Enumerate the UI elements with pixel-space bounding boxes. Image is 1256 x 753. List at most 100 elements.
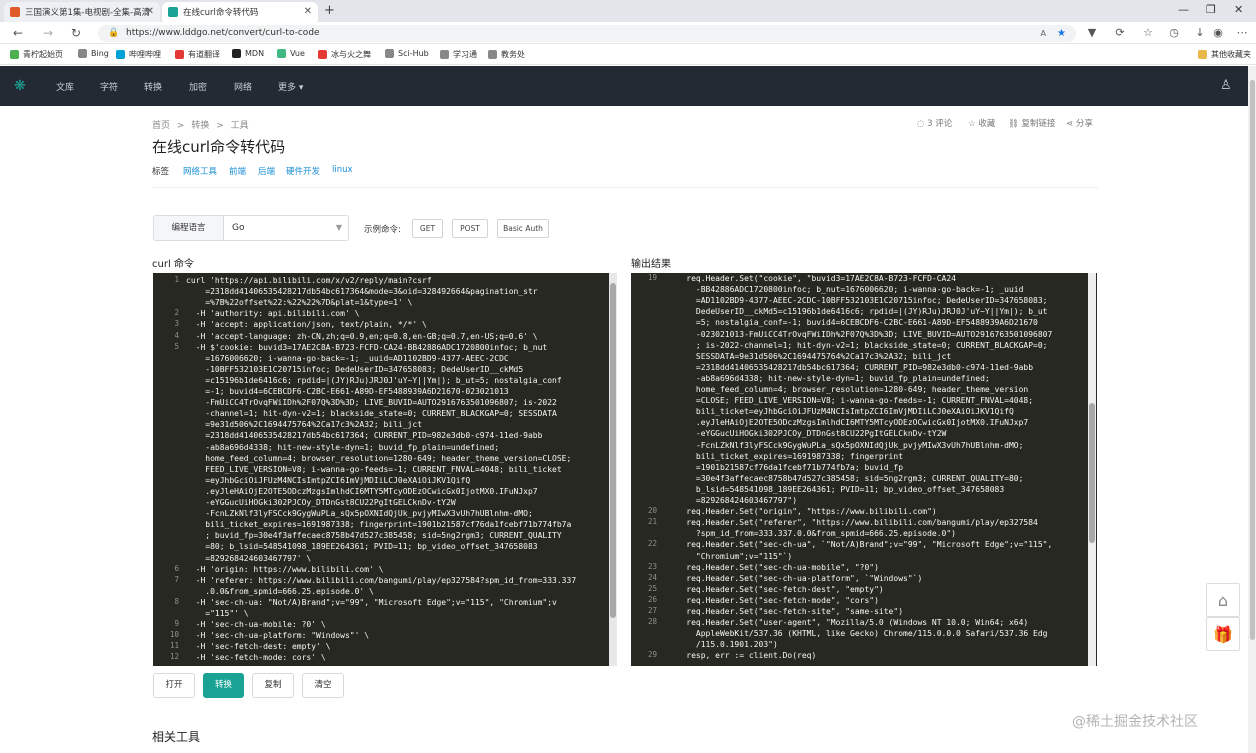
breadcrumb-tools[interactable]: 工具 (231, 121, 249, 131)
tag-network-tools[interactable]: 网络工具 (183, 165, 217, 177)
back-icon[interactable]: ← (10, 25, 26, 41)
line-number: 11 (169, 641, 179, 651)
extension-icon[interactable]: ▼ (1084, 26, 1100, 39)
output-editor[interactable]: 19 req.Header.Set("cookie", "buvid3=17AE… (631, 273, 1097, 666)
code-line: -H 'accept-language: zh-CN,zh;q=0.9,en;q… (186, 331, 538, 341)
example-post-button[interactable]: POST (452, 219, 488, 238)
tag-frontend[interactable]: 前端 (229, 165, 246, 177)
history-icon[interactable]: ◷ (1166, 26, 1182, 39)
bookmark-item[interactable]: Bing (78, 49, 109, 58)
bookmark-item[interactable]: Sci-Hub (385, 49, 429, 58)
output-editor-scroll-thumb[interactable] (1089, 403, 1095, 543)
nav-item-encrypt[interactable]: 加密 (189, 80, 207, 93)
read-aloud-icon[interactable]: A (1041, 25, 1046, 42)
bookmark-item[interactable]: 有道翻译 (175, 49, 220, 60)
language-label: 编程语言 (154, 216, 224, 240)
comments-link[interactable]: ◌ 3 评论 (917, 117, 952, 129)
new-tab-button[interactable]: + (324, 3, 335, 18)
tag-linux[interactable]: linux (332, 165, 353, 175)
close-tab-icon[interactable]: ✕ (146, 6, 154, 17)
bookmark-favicon-icon (10, 50, 19, 59)
bookmark-item[interactable]: 青柠起始页 (10, 49, 63, 60)
code-line: resp, err := client.Do(req) (667, 651, 817, 661)
bookmark-item[interactable]: Vue (277, 49, 305, 58)
tag-backend[interactable]: 后端 (258, 165, 275, 177)
bookmark-label: Sci-Hub (398, 49, 429, 58)
example-basic-auth-button[interactable]: Basic Auth (497, 219, 549, 238)
bookmark-favicon-icon (116, 50, 125, 59)
favorites-icon[interactable]: ☆ (1140, 26, 1156, 39)
share-link[interactable]: ⋖ 分享 (1066, 117, 1093, 129)
bookmark-item[interactable]: 冰与火之舞 (318, 49, 371, 60)
nav-item-more[interactable]: 更多 ▾ (278, 80, 303, 93)
forward-icon[interactable]: → (40, 25, 56, 41)
code-line: -FmUiCC4TrOvqFWiIDh%2F07Q%3D%3D; LIVE_BU… (186, 398, 557, 408)
bookmark-item[interactable]: 教务处 (488, 49, 525, 60)
code-line: =30e4f3affecaec8758b47d527c385458; sid=5… (667, 473, 1024, 483)
watermark: @稀土掘金技术社区 (1072, 714, 1198, 730)
code-line: =9e31d506%2C1694475764%2Ca17c3%2A32; bil… (186, 420, 423, 430)
favorite-link[interactable]: ☆ 收藏 (968, 117, 995, 129)
address-bar-row: ← → ↻ 🔒 https://www.lddgo.net/convert/cu… (0, 22, 1256, 44)
minimize-icon[interactable]: — (1178, 3, 1189, 16)
other-favorites[interactable]: 其他收藏夹 (1198, 49, 1251, 60)
page-scrollbar-thumb[interactable] (1250, 80, 1255, 640)
favorite-star-icon[interactable]: ★ (1057, 25, 1066, 42)
nav-item-convert[interactable]: 转换 (144, 80, 162, 93)
share-icon: ⋖ (1066, 119, 1076, 129)
open-button[interactable]: 打开 (153, 673, 195, 698)
bookmark-item[interactable]: 学习通 (440, 49, 477, 60)
copy-link[interactable]: ⛓ 复制链接 (1008, 117, 1056, 129)
profile-icon[interactable]: ◉ (1210, 26, 1226, 39)
line-number: 3 (174, 319, 179, 329)
home-icon[interactable]: ⌂ (1206, 583, 1240, 617)
curl-editor[interactable]: 1 curl 'https://api.bilibili.com/x/v2/rep… (153, 273, 617, 666)
more-icon[interactable]: ⋯ (1234, 26, 1250, 39)
browser-tab-1[interactable]: 三国演义第1集-电视剧-全集-高清 ✕ (4, 2, 160, 22)
favorite-label: 收藏 (978, 119, 996, 129)
nav-item-network[interactable]: 网络 (234, 80, 252, 93)
bookmark-item[interactable]: 哔哩哔哩 (116, 49, 161, 60)
code-line: req.Header.Set("sec-fetch-site", "same-s… (667, 607, 904, 616)
code-line: =1901b21587cf76da1fcebf71b774fb7a; buvid… (667, 462, 904, 472)
convert-button[interactable]: 转换 (203, 673, 244, 698)
line-number: 20 (647, 506, 657, 516)
line-number: 4 (174, 330, 179, 340)
gift-icon[interactable]: 🎁 (1206, 617, 1240, 651)
breadcrumb-convert[interactable]: 转换 (191, 121, 209, 131)
code-line: -channel=1; hit-dyn-v2=1; blackside_stat… (186, 409, 557, 419)
example-get-button[interactable]: GET (412, 219, 443, 238)
tab-label: 在线curl命令转代码 (183, 8, 259, 18)
line-number: 23 (647, 561, 657, 571)
download-icon[interactable]: ↓ (1192, 26, 1208, 39)
nav-item-string[interactable]: 字符 (100, 80, 118, 93)
url-field[interactable]: 🔒 https://www.lddgo.net/convert/curl-to-… (98, 25, 1076, 42)
copy-button[interactable]: 复制 (252, 673, 294, 698)
language-select[interactable]: 编程语言 Go ▼ (153, 215, 349, 241)
code-line: req.Header.Set("sec-ch-ua-mobile", "?0") (667, 562, 879, 572)
bookmark-item[interactable]: MDN (232, 49, 264, 58)
line-number: 12 (169, 652, 179, 662)
nav-item-library[interactable]: 文库 (56, 80, 74, 93)
bookmark-label: MDN (245, 49, 265, 58)
tab-label: 三国演义第1集-电视剧-全集-高清 (25, 8, 151, 18)
site-logo-icon[interactable]: ❋ (14, 78, 26, 94)
close-window-icon[interactable]: ✕ (1234, 3, 1243, 16)
code-line: req.Header.Set("cookie", "buvid3=17AE2C8… (667, 274, 956, 283)
code-line: -H 'sec-fetch-dest: empty' \ (186, 642, 331, 652)
user-icon[interactable]: ♙ (1220, 78, 1232, 93)
bookmark-favicon-icon (277, 49, 286, 58)
clear-button[interactable]: 清空 (302, 673, 344, 698)
reload-icon[interactable]: ↻ (68, 25, 84, 41)
refresh-ext-icon[interactable]: ⟳ (1112, 26, 1128, 39)
close-tab-icon[interactable]: ✕ (304, 6, 312, 17)
code-line: req.Header.Set("user-agent", "Mozilla/5.… (667, 618, 1029, 628)
browser-tab-2[interactable]: 在线curl命令转代码 ✕ (162, 2, 318, 22)
curl-editor-scroll-thumb[interactable] (610, 283, 616, 618)
code-line: req.Header.Set("referer", "https://www.b… (667, 518, 1038, 528)
maximize-icon[interactable]: ❐ (1206, 3, 1216, 16)
breadcrumb-home[interactable]: 首页 (152, 121, 170, 131)
tag-hardware[interactable]: 硬件开发 (286, 165, 320, 177)
code-line: -eYGGucUiHOGki302PJCOy_DTDnGst8CU22PgItG… (667, 429, 947, 439)
code-line: =c15196b1de6416c6; rpdid=|(JY)RJu)JRJ0J'… (186, 375, 562, 385)
